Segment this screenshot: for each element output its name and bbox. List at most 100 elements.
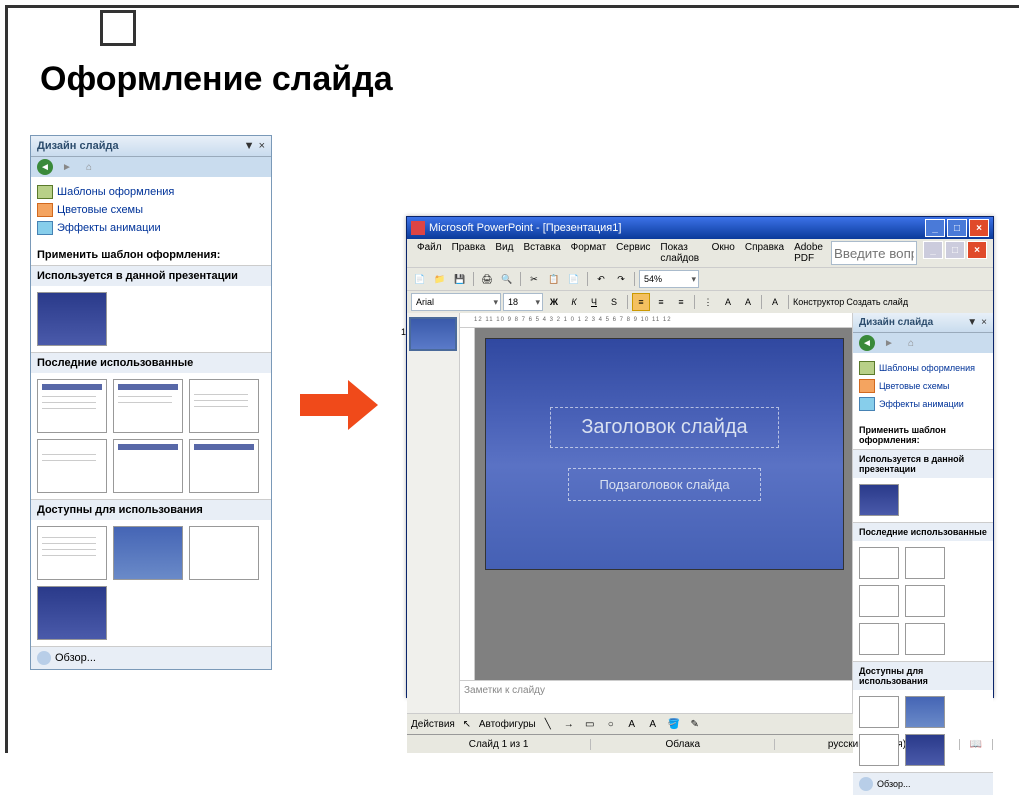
oval-icon[interactable]: ○ <box>602 715 620 733</box>
pane-dropdown-icon[interactable]: ▼ <box>244 140 255 152</box>
doc-close-button[interactable]: × <box>967 241 987 259</box>
template-thumb[interactable] <box>189 439 259 493</box>
minimize-button[interactable]: _ <box>925 219 945 237</box>
italic-icon[interactable]: К <box>565 293 583 311</box>
align-center-icon[interactable]: ≡ <box>652 293 670 311</box>
notes-area[interactable]: Заметки к слайду <box>460 680 852 713</box>
shadow-icon[interactable]: S <box>605 293 623 311</box>
fill-icon[interactable]: 🪣 <box>665 715 683 733</box>
link-animation[interactable]: Эффекты анимации <box>37 219 265 237</box>
align-left-icon[interactable]: ≡ <box>632 293 650 311</box>
bold-icon[interactable]: Ж <box>545 293 563 311</box>
font-size-combo[interactable]: 18 <box>503 293 543 311</box>
rect-icon[interactable]: ▭ <box>581 715 599 733</box>
subtitle-placeholder[interactable]: Подзаголовок слайда <box>568 468 760 501</box>
template-thumb[interactable] <box>859 734 899 766</box>
template-thumb[interactable] <box>859 484 899 516</box>
doc-restore-button[interactable]: □ <box>945 241 965 259</box>
template-thumb[interactable] <box>37 586 107 640</box>
increase-font-icon[interactable]: A <box>719 293 737 311</box>
link-templates[interactable]: Шаблоны оформления <box>37 183 265 201</box>
menu-insert[interactable]: Вставка <box>519 241 564 265</box>
print-icon[interactable]: 🖨 <box>478 270 496 288</box>
nav-home-icon[interactable]: ⌂ <box>81 159 97 175</box>
nav-forward-icon[interactable]: ► <box>881 335 897 351</box>
arrow-tool-icon[interactable]: → <box>560 715 578 733</box>
template-thumb[interactable] <box>859 547 899 579</box>
slide-canvas-wrap[interactable]: Заголовок слайда Подзаголовок слайда <box>475 328 852 680</box>
copy-icon[interactable]: 📋 <box>545 270 563 288</box>
undo-icon[interactable]: ↶ <box>592 270 610 288</box>
menu-file[interactable]: Файл <box>413 241 446 265</box>
nav-home-icon[interactable]: ⌂ <box>903 335 919 351</box>
paste-icon[interactable]: 📄 <box>565 270 583 288</box>
font-combo[interactable]: Arial <box>411 293 501 311</box>
title-placeholder[interactable]: Заголовок слайда <box>550 407 778 448</box>
template-thumb[interactable] <box>113 379 183 433</box>
template-thumb[interactable] <box>189 526 259 580</box>
template-thumb[interactable] <box>113 526 183 580</box>
link-color-schemes[interactable]: Цветовые схемы <box>859 377 987 395</box>
template-thumb[interactable] <box>905 623 945 655</box>
maximize-button[interactable]: □ <box>947 219 967 237</box>
menu-window[interactable]: Окно <box>708 241 739 265</box>
menu-view[interactable]: Вид <box>491 241 517 265</box>
browse-button[interactable]: Обзор... <box>853 772 993 795</box>
zoom-combo[interactable]: 54% <box>639 270 699 288</box>
font-color-icon[interactable]: A <box>766 293 784 311</box>
align-right-icon[interactable]: ≡ <box>672 293 690 311</box>
template-thumb[interactable] <box>37 439 107 493</box>
template-thumb[interactable] <box>113 439 183 493</box>
nav-back-icon[interactable]: ◄ <box>37 159 53 175</box>
template-thumb[interactable] <box>905 585 945 617</box>
doc-minimize-button[interactable]: _ <box>923 241 943 259</box>
template-thumb[interactable] <box>905 547 945 579</box>
textbox-icon[interactable]: A <box>623 715 641 733</box>
nav-forward-icon[interactable]: ► <box>59 159 75 175</box>
redo-icon[interactable]: ↷ <box>612 270 630 288</box>
slide-thumb-1[interactable]: 1 <box>409 317 457 351</box>
new-slide-button[interactable]: Создать слайд <box>846 297 908 307</box>
template-thumb[interactable] <box>859 696 899 728</box>
template-thumb[interactable] <box>859 585 899 617</box>
autoshapes-menu[interactable]: Автофигуры <box>479 719 536 730</box>
save-icon[interactable]: 💾 <box>451 270 469 288</box>
bullets-icon[interactable]: ⋮ <box>699 293 717 311</box>
link-animation[interactable]: Эффекты анимации <box>859 395 987 413</box>
pane-close-icon[interactable]: × <box>981 317 987 328</box>
pane-dropdown-icon[interactable]: ▼ <box>967 317 977 328</box>
template-thumb[interactable] <box>905 696 945 728</box>
wordart-icon[interactable]: A <box>644 715 662 733</box>
new-icon[interactable]: 📄 <box>411 270 429 288</box>
menu-slideshow[interactable]: Показ слайдов <box>656 241 705 265</box>
line-color-icon[interactable]: ✎ <box>686 715 704 733</box>
cut-icon[interactable]: ✂ <box>525 270 543 288</box>
underline-icon[interactable]: Ч <box>585 293 603 311</box>
template-thumb[interactable] <box>37 526 107 580</box>
line-icon[interactable]: ╲ <box>539 715 557 733</box>
pane-close-icon[interactable]: × <box>259 140 265 152</box>
template-thumb[interactable] <box>37 379 107 433</box>
nav-back-icon[interactable]: ◄ <box>859 335 875 351</box>
menu-adobe[interactable]: Adobe PDF <box>790 241 829 265</box>
menu-edit[interactable]: Правка <box>448 241 490 265</box>
link-color-schemes[interactable]: Цветовые схемы <box>37 201 265 219</box>
preview-icon[interactable]: 🔍 <box>498 270 516 288</box>
group-avail-label: Доступны для использования <box>31 499 271 520</box>
menu-format[interactable]: Формат <box>567 241 611 265</box>
decrease-font-icon[interactable]: A <box>739 293 757 311</box>
menu-help[interactable]: Справка <box>741 241 788 265</box>
template-thumb[interactable] <box>859 623 899 655</box>
link-templates[interactable]: Шаблоны оформления <box>859 359 987 377</box>
pointer-icon[interactable]: ↖ <box>458 715 476 733</box>
designer-button[interactable]: Конструктор <box>793 297 844 307</box>
help-search-input[interactable] <box>831 241 917 265</box>
template-thumb[interactable] <box>37 292 107 346</box>
template-thumb[interactable] <box>905 734 945 766</box>
open-icon[interactable]: 📁 <box>431 270 449 288</box>
actions-menu[interactable]: Действия <box>411 719 455 730</box>
menu-tools[interactable]: Сервис <box>612 241 654 265</box>
template-thumb[interactable] <box>189 379 259 433</box>
close-button[interactable]: × <box>969 219 989 237</box>
browse-button[interactable]: Обзор... <box>31 646 271 669</box>
